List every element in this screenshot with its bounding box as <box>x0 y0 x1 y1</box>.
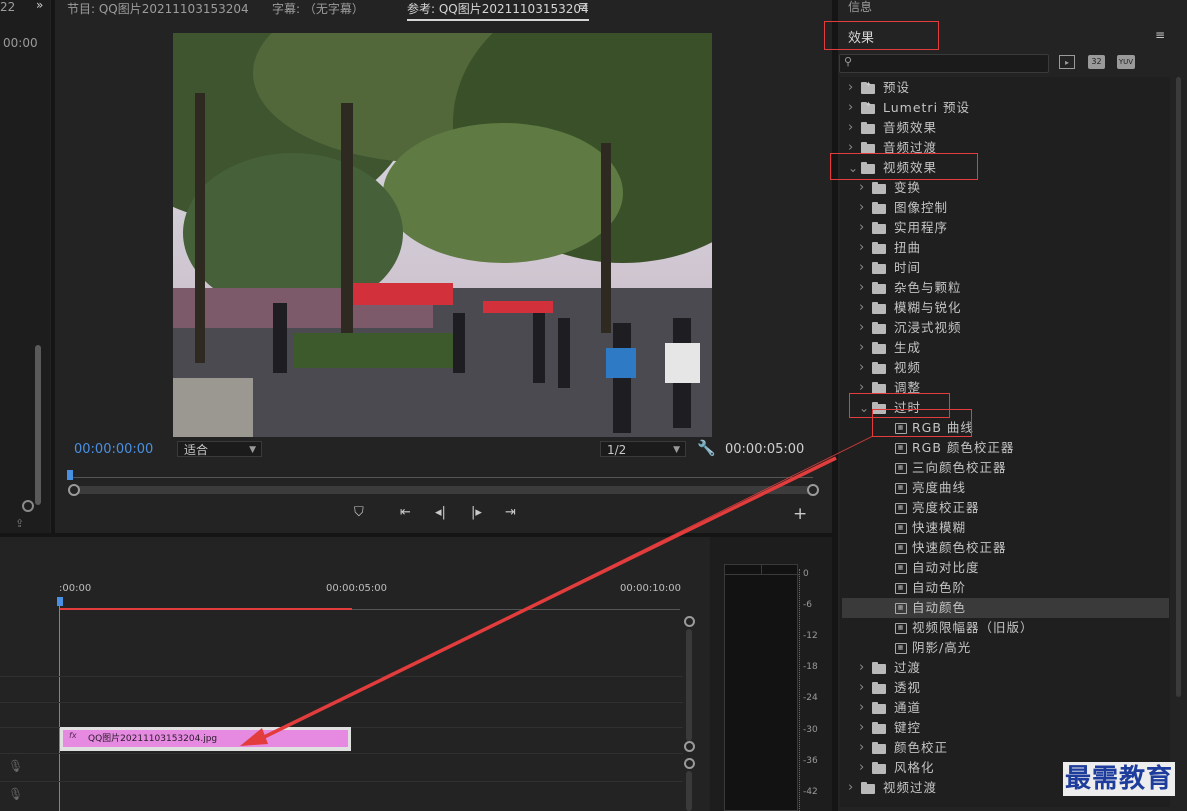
annotation-arrow <box>240 435 874 746</box>
watermark-text: 最需教育 <box>1063 762 1176 796</box>
